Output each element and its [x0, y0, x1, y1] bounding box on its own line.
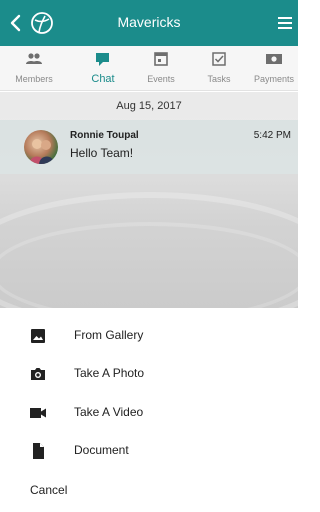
tab-label: Members [15, 74, 53, 84]
page-title: Mavericks [117, 14, 181, 30]
hamburger-menu-icon[interactable] [277, 14, 293, 32]
chat-area[interactable]: Aug 15, 2017 Ronnie Toupal 5:42 PM Hello… [0, 92, 298, 308]
app-header: Mavericks [0, 0, 298, 46]
attachment-bottom-sheet: From Gallery Take A Photo Take A Video D… [0, 308, 298, 512]
option-take-photo[interactable]: Take A Photo [0, 355, 298, 393]
chat-icon [96, 53, 109, 66]
option-label: From Gallery [74, 328, 144, 342]
tab-bar: Members Chat Events Tasks Payments [0, 46, 298, 91]
background-image-detail [0, 222, 298, 308]
tab-members[interactable]: Members [4, 46, 64, 91]
video-icon [30, 408, 46, 418]
cancel-button[interactable]: Cancel [30, 483, 67, 497]
tab-label: Payments [253, 74, 295, 84]
calendar-icon [154, 52, 168, 66]
option-label: Take A Photo [74, 366, 145, 380]
image-icon [31, 329, 45, 343]
camera-icon [31, 368, 45, 380]
option-label: Document [74, 443, 129, 457]
chat-message[interactable]: Ronnie Toupal 5:42 PM Hello Team! [0, 120, 298, 174]
tab-chat[interactable]: Chat [73, 46, 133, 91]
checkbox-icon [212, 52, 226, 66]
document-icon [33, 443, 44, 459]
tab-payments[interactable]: Payments [244, 46, 304, 91]
avatar-photo [29, 139, 54, 164]
option-take-video[interactable]: Take A Video [0, 394, 298, 432]
message-text: Hello Team! [70, 146, 134, 160]
date-separator: Aug 15, 2017 [0, 92, 298, 120]
option-from-gallery[interactable]: From Gallery [0, 317, 298, 355]
tab-label: Chat [91, 73, 115, 85]
option-document[interactable]: Document [0, 432, 298, 470]
message-sender: Ronnie Toupal [70, 130, 139, 141]
message-time: 5:42 PM [253, 130, 291, 141]
members-icon [26, 53, 42, 64]
tab-tasks[interactable]: Tasks [189, 46, 249, 91]
tab-events[interactable]: Events [131, 46, 191, 91]
tab-label: Events [147, 74, 175, 84]
money-icon [266, 54, 282, 64]
option-label: Take A Video [74, 405, 144, 419]
tab-label: Tasks [207, 74, 231, 84]
avatar[interactable] [24, 130, 58, 164]
